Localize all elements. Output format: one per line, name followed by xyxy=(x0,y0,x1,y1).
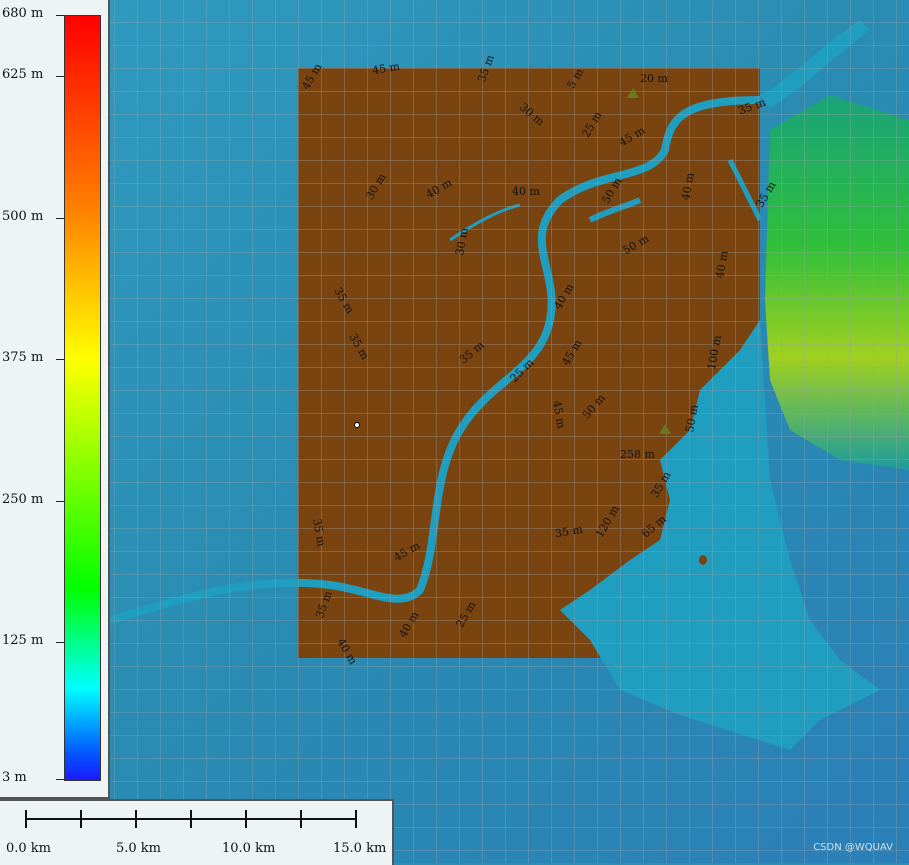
legend-tick-mark xyxy=(56,501,64,502)
legend-tick-mark xyxy=(56,359,64,360)
scale-tick xyxy=(190,810,192,828)
legend-tick-mark xyxy=(56,642,64,643)
legend-tick-label: 250 m xyxy=(2,492,44,507)
islet xyxy=(699,555,707,565)
scale-tick xyxy=(245,810,247,828)
elevation-legend: 680 m 625 m 500 m 375 m 250 m 125 m 3 m xyxy=(0,0,110,799)
legend-tick-label: 375 m xyxy=(2,350,44,365)
scale-tick xyxy=(135,810,137,828)
legend-tick-label: 500 m xyxy=(2,209,44,224)
legend-tick-mark xyxy=(56,76,64,77)
credit-watermark: CSDN @WQUAV xyxy=(813,842,893,853)
legend-tick-label: 625 m xyxy=(2,67,44,82)
scale-tick xyxy=(300,810,302,828)
legend-tick-label: 680 m xyxy=(2,6,44,21)
scale-tick xyxy=(25,810,27,828)
scale-tick xyxy=(355,810,357,828)
legend-tick-label: 125 m xyxy=(2,633,44,648)
elevation-colorbar xyxy=(64,15,101,781)
legend-tick-mark xyxy=(56,218,64,219)
elevation-map[interactable] xyxy=(0,0,909,863)
legend-tick-label: 3 m xyxy=(2,770,27,785)
contour-label: 258 m xyxy=(620,448,655,461)
scale-label-0: 0.0 km xyxy=(6,841,52,856)
point-marker xyxy=(354,422,360,428)
grid-overlay xyxy=(110,0,909,863)
contour-label: 20 m xyxy=(640,72,668,85)
legend-tick-mark xyxy=(56,15,64,16)
contour-label: 40 m xyxy=(512,185,540,198)
scale-bar: 0.0 km 5.0 km 10.0 km 15.0 km xyxy=(0,799,394,865)
scale-label-5: 5.0 km xyxy=(116,841,162,856)
scale-label-15: 15.0 km xyxy=(333,841,387,856)
scale-label-10: 10.0 km xyxy=(222,841,276,856)
legend-tick-mark xyxy=(56,779,64,780)
scale-tick xyxy=(80,810,82,828)
